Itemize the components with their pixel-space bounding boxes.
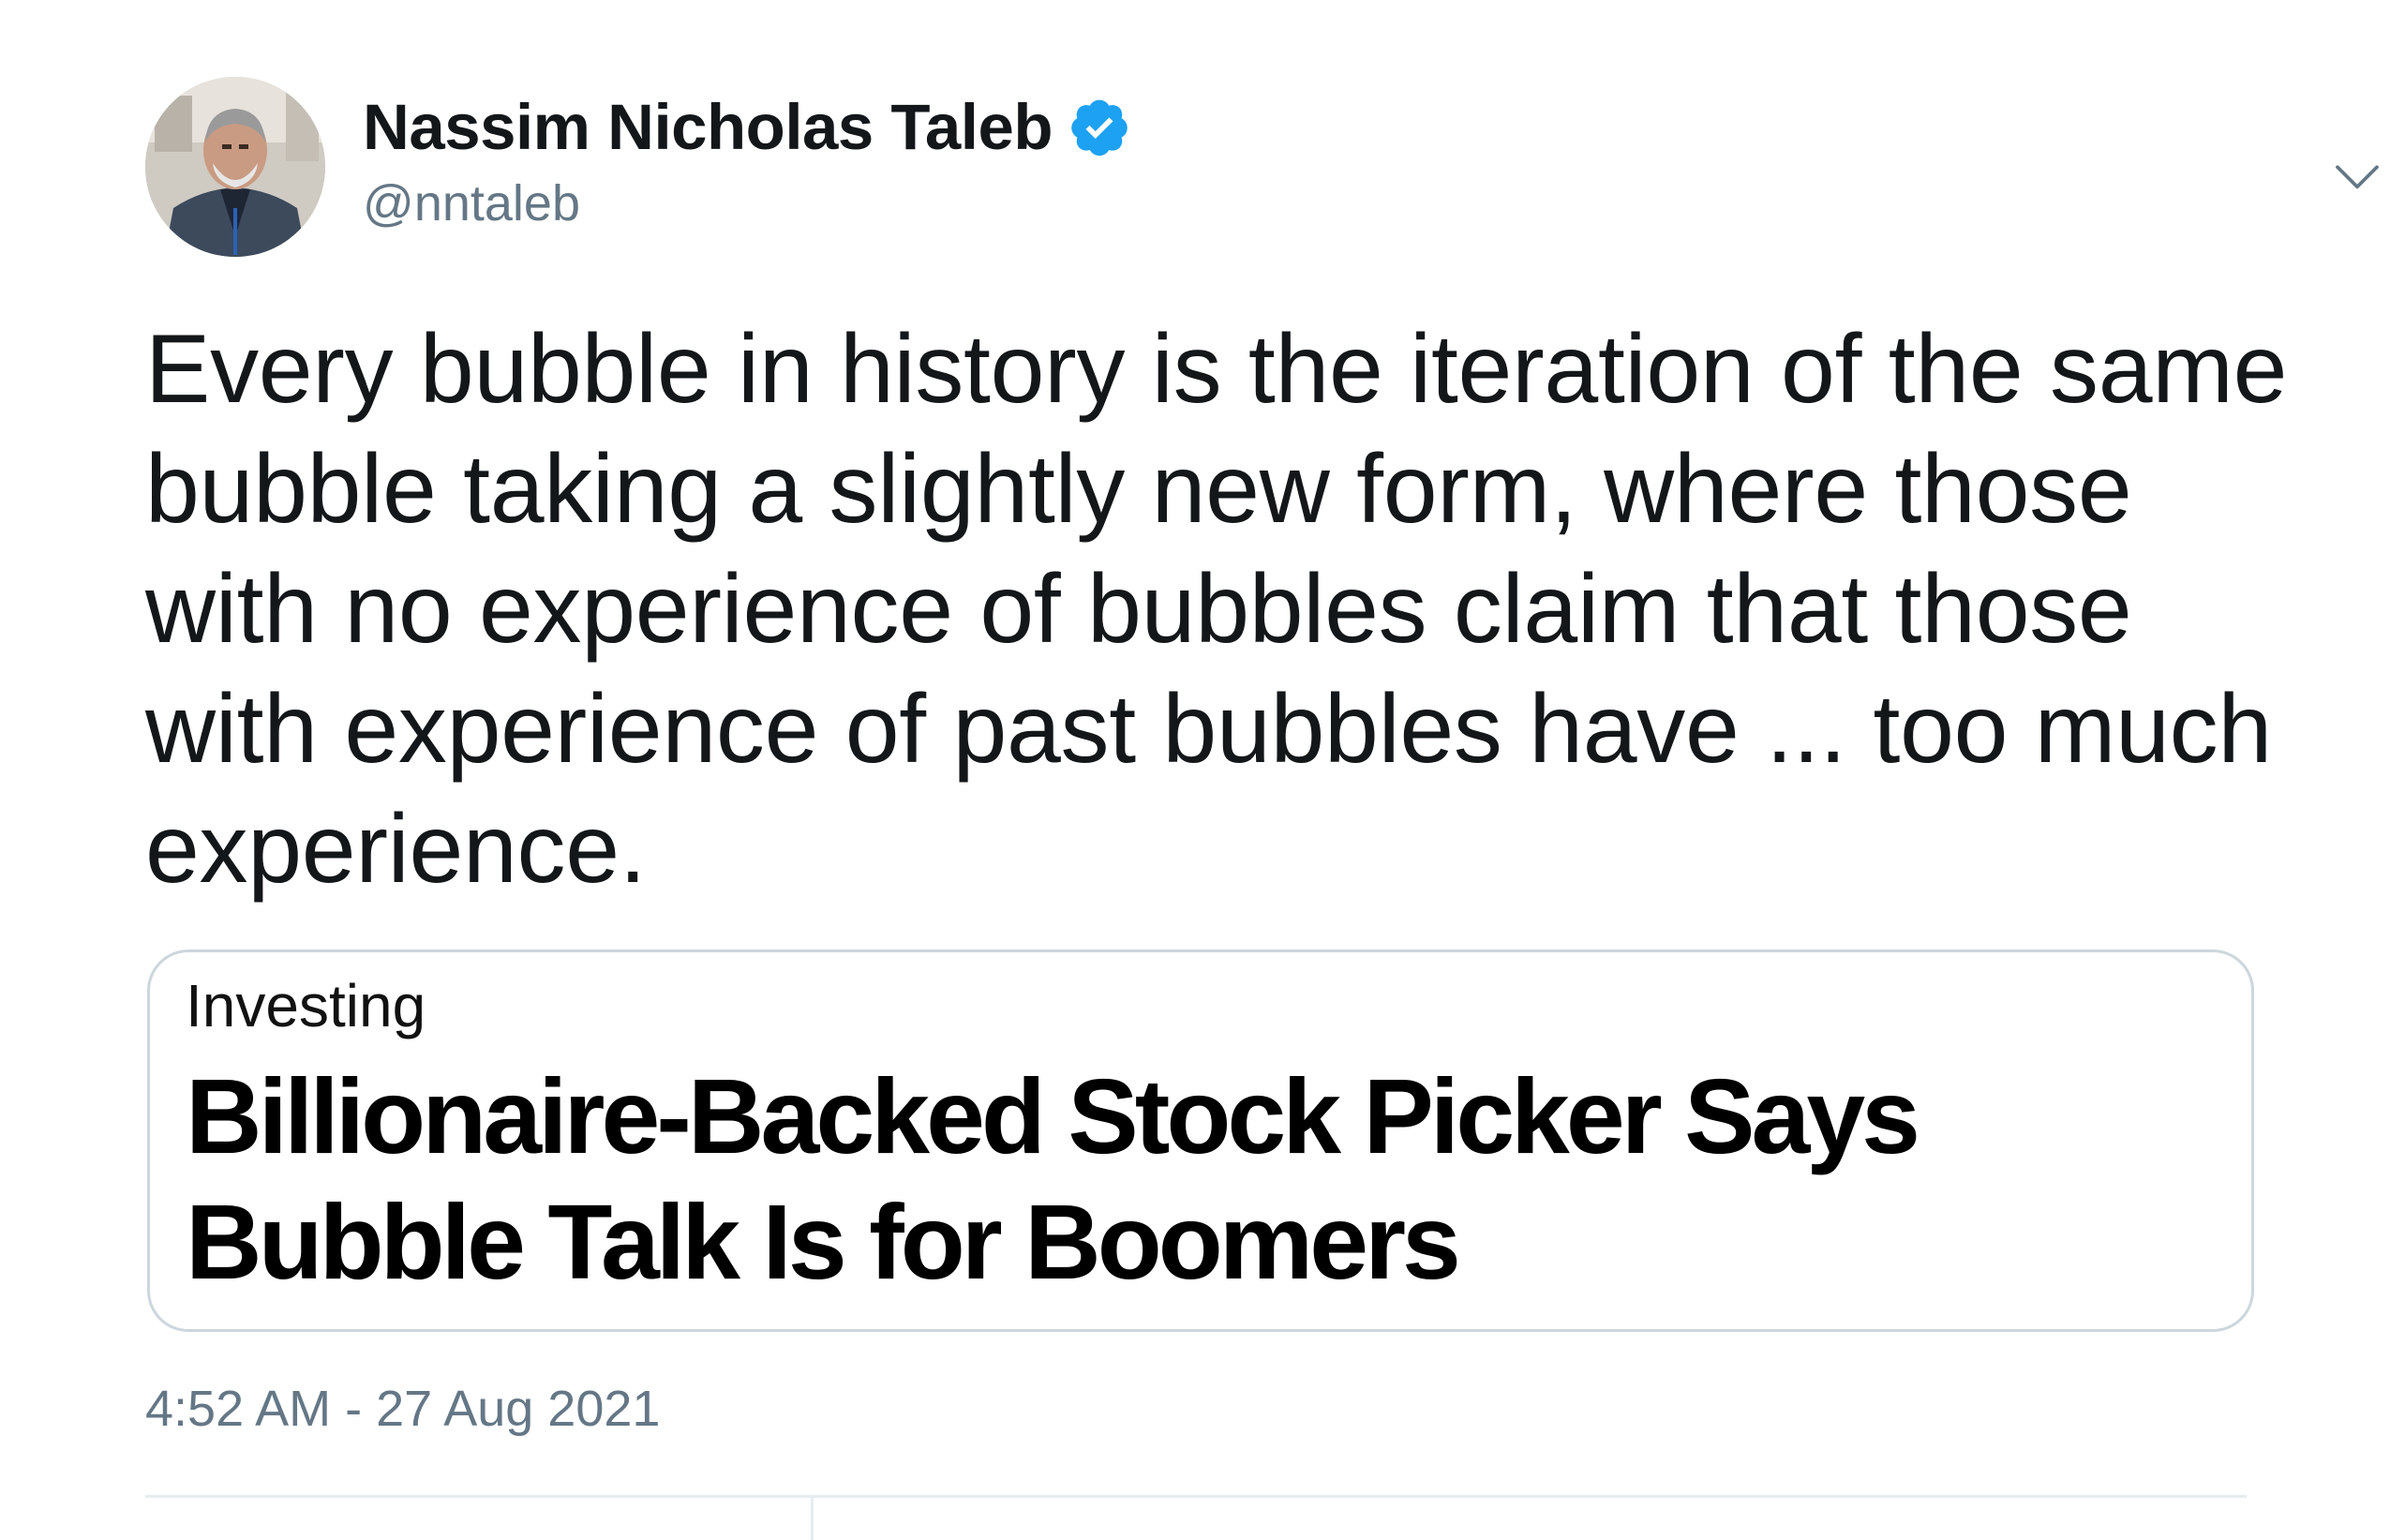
action-bar-divider xyxy=(811,1498,814,1540)
display-name-row: Nassim Nicholas Taleb xyxy=(363,84,1131,169)
card-section-label: Investing xyxy=(186,972,426,1039)
chevron-down-icon xyxy=(2336,165,2379,189)
tweet-header: Nassim Nicholas Taleb @nntaleb xyxy=(145,75,2379,262)
more-options-button[interactable] xyxy=(2320,141,2390,216)
tweet: Nassim Nicholas Taleb @nntaleb Every bub… xyxy=(0,0,2390,1540)
tweet-timestamp[interactable]: 4:52 AM - 27 Aug 2021 xyxy=(145,1380,660,1438)
verified-badge-icon xyxy=(1068,95,1131,158)
divider xyxy=(145,1495,2247,1498)
user-handle[interactable]: @nntaleb xyxy=(363,174,1131,232)
display-name[interactable]: Nassim Nicholas Taleb xyxy=(363,90,1053,164)
card-headline: Billionaire-Backed Stock Picker Says Bub… xyxy=(186,1057,1920,1301)
avatar[interactable] xyxy=(145,77,325,257)
tweet-text: Every bubble in history is the iteration… xyxy=(145,315,2288,904)
user-info: Nassim Nicholas Taleb @nntaleb xyxy=(363,84,1131,232)
link-card[interactable]: Investing Billionaire-Backed Stock Picke… xyxy=(147,949,2254,1332)
avatar-image xyxy=(145,77,325,257)
